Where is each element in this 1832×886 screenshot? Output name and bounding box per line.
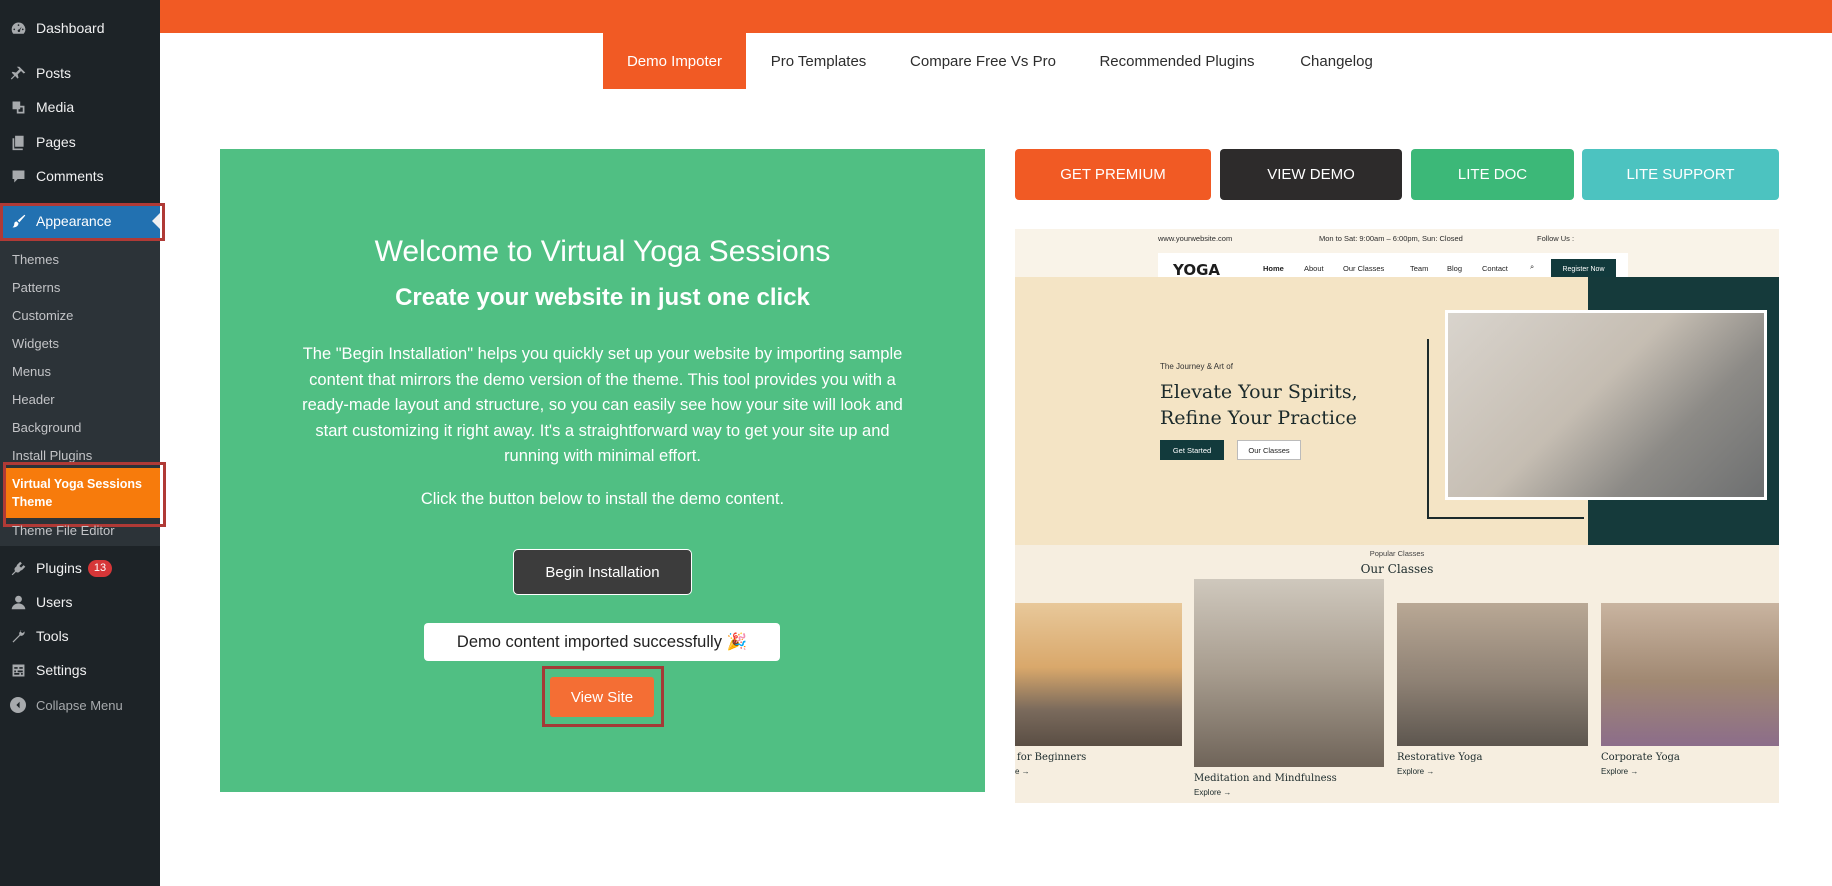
card-description: The "Begin Installation" helps you quick…	[302, 345, 903, 465]
menu-dashboard[interactable]: Dashboard	[0, 11, 160, 45]
menu-media-label: Media	[36, 99, 75, 115]
preview-nav-blog: Blog	[1447, 264, 1463, 273]
collapse-menu[interactable]: Collapse Menu	[0, 690, 160, 720]
tab-compare-free-vs-pro[interactable]: Compare Free Vs Pro	[891, 33, 1075, 89]
submenu-patterns[interactable]: Patterns	[12, 280, 60, 295]
demo-importer-card: Welcome to Virtual Yoga Sessions Create …	[220, 149, 985, 792]
submenu-install-plugins[interactable]: Install Plugins	[12, 448, 92, 463]
preview-class-explore-2: Explore →	[1194, 788, 1232, 797]
preview-kicker: The Journey & Art of	[1160, 362, 1233, 371]
menu-posts-label: Posts	[36, 65, 72, 81]
preview-class-photo-4	[1601, 603, 1779, 746]
menu-pages-label: Pages	[36, 134, 76, 150]
preview-frame-line-h	[1427, 517, 1584, 519]
appearance-highlight-box	[0, 203, 165, 241]
plugins-update-badge: 13	[87, 559, 113, 577]
card-headline: Create your website in just one click	[395, 284, 810, 311]
plugin-icon	[9, 559, 27, 577]
menu-comments-label: Comments	[36, 168, 104, 184]
preview-class-photo-1	[1015, 603, 1182, 746]
preview-title-line2: Refine Your Practice	[1160, 407, 1357, 429]
view-site-button[interactable]: View Site	[550, 677, 654, 717]
preview-class-title-3: Restorative Yoga	[1397, 752, 1483, 763]
preview-class-title-1: for Beginners	[1017, 752, 1087, 763]
preview-class-title-2: Meditation and Mindfulness	[1194, 773, 1337, 784]
menu-users-label: Users	[36, 594, 73, 610]
media-icon	[9, 98, 27, 116]
lite-doc-button[interactable]: LITE DOC	[1411, 149, 1574, 200]
dashboard-icon	[9, 19, 27, 37]
preview-nav-classes: Our Classes	[1343, 264, 1385, 273]
comment-icon	[9, 167, 27, 185]
preview-our-classes-heading: Our Classes	[1360, 562, 1434, 576]
preview-nav-about: About	[1304, 264, 1324, 273]
preview-nav-team: Team	[1410, 264, 1429, 273]
top-accent-bar	[160, 0, 1832, 33]
preview-hours: Mon to Sat: 9:00am – 6:00pm, Sun: Closed	[1319, 234, 1463, 243]
submenu-theme-file-editor[interactable]: Theme File Editor	[12, 523, 115, 538]
theme-preview-image: www.yourwebsite.com Mon to Sat: 9:00am –…	[1015, 229, 1779, 803]
menu-posts[interactable]: Posts	[0, 56, 160, 90]
view-demo-button[interactable]: VIEW DEMO	[1220, 149, 1402, 200]
preview-class-photo-2	[1194, 579, 1384, 767]
tab-pro-templates[interactable]: Pro Templates	[746, 33, 891, 89]
menu-dashboard-label: Dashboard	[36, 20, 105, 36]
menu-users[interactable]: Users	[0, 585, 160, 619]
get-premium-button[interactable]: GET PREMIUM	[1015, 149, 1211, 200]
menu-plugins-label: Plugins	[36, 560, 82, 576]
menu-pages[interactable]: Pages	[0, 125, 160, 159]
preview-hero-photo	[1445, 310, 1767, 500]
submenu-menus[interactable]: Menus	[12, 364, 51, 379]
menu-settings-label: Settings	[36, 662, 87, 678]
preview-site-url: www.yourwebsite.com	[1158, 234, 1233, 243]
preview-register-button: Register Now	[1551, 259, 1616, 279]
preview-follow: Follow Us :	[1537, 234, 1575, 243]
menu-settings[interactable]: Settings	[0, 653, 160, 687]
wrench-icon	[9, 627, 27, 645]
menu-plugins[interactable]: Plugins 13	[0, 551, 160, 585]
submenu-background[interactable]: Background	[12, 420, 81, 435]
tab-demo-importer[interactable]: Demo Impoter	[603, 33, 746, 89]
menu-comments[interactable]: Comments	[0, 159, 160, 193]
install-instruction: Click the button below to install the de…	[420, 490, 785, 508]
preview-nav-contact: Contact	[1482, 264, 1508, 273]
pages-icon	[9, 133, 27, 151]
import-success-message: Demo content imported successfully 🎉	[424, 623, 780, 661]
submenu-widgets[interactable]: Widgets	[12, 336, 59, 351]
submenu-header[interactable]: Header	[12, 392, 55, 407]
welcome-title: Welcome to Virtual Yoga Sessions	[374, 235, 831, 268]
preview-nav-home: Home	[1263, 264, 1284, 273]
admin-sidebar: Dashboard Posts Media Pages Comments App…	[0, 0, 166, 886]
submenu-themes[interactable]: Themes	[12, 252, 59, 267]
theme-page-highlight-box	[3, 462, 166, 527]
tab-recommended-plugins[interactable]: Recommended Plugins	[1075, 33, 1279, 89]
submenu-customize[interactable]: Customize	[12, 308, 73, 323]
settings-icon	[9, 661, 27, 679]
lite-support-button[interactable]: LITE SUPPORT	[1582, 149, 1779, 200]
tab-changelog[interactable]: Changelog	[1279, 33, 1394, 89]
preview-class-explore-3: Explore →	[1397, 767, 1435, 776]
preview-popular-label: Popular Classes	[1369, 549, 1425, 558]
preview-our-classes-btn: Our Classes	[1237, 440, 1301, 460]
menu-tools[interactable]: Tools	[0, 619, 160, 653]
collapse-menu-label: Collapse Menu	[36, 697, 123, 713]
preview-search-icon: ⌕	[1530, 262, 1535, 271]
user-icon	[9, 593, 27, 611]
pin-icon	[9, 64, 27, 82]
preview-frame-line-v	[1427, 339, 1429, 519]
menu-tools-label: Tools	[36, 628, 69, 644]
collapse-arrow-icon	[10, 697, 26, 713]
menu-media[interactable]: Media	[0, 90, 160, 124]
begin-installation-button[interactable]: Begin Installation	[513, 549, 692, 595]
preview-get-started: Get Started	[1160, 440, 1224, 460]
preview-class-photo-3	[1397, 603, 1588, 746]
preview-title-line1: Elevate Your Spirits,	[1160, 381, 1358, 403]
preview-class-explore-4: Explore →	[1601, 767, 1639, 776]
preview-class-explore-1: e →	[1015, 767, 1030, 776]
preview-class-title-4: Corporate Yoga	[1601, 752, 1680, 763]
preview-hero-title: Elevate Your Spirits, Refine Your Practi…	[1160, 379, 1390, 431]
